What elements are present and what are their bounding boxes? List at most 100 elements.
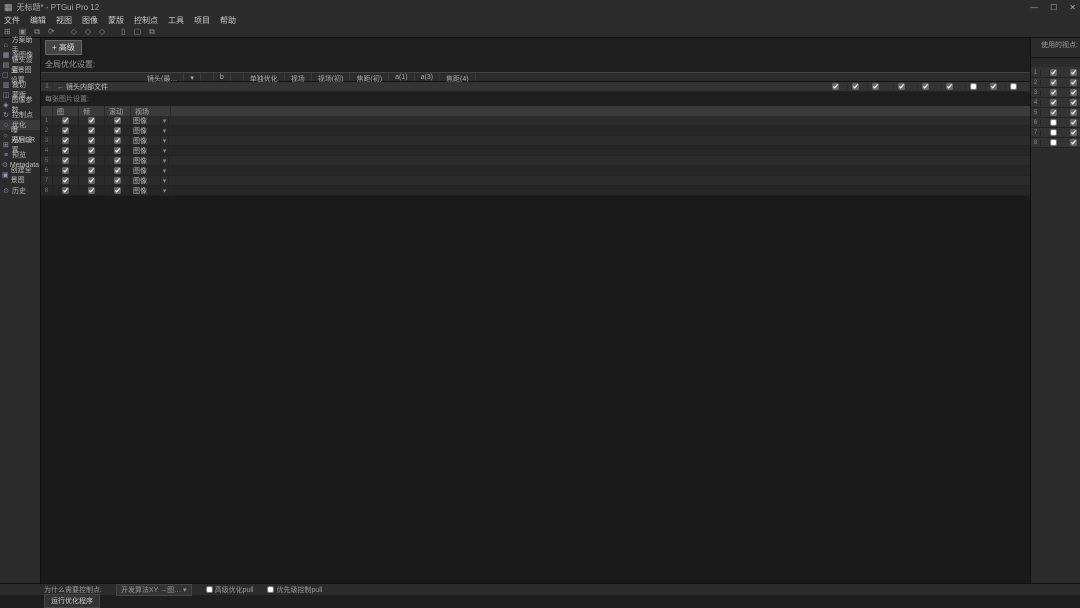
subheader-3[interactable]: 视场 xyxy=(131,106,171,116)
close-button[interactable]: ✕ xyxy=(1069,3,1076,12)
vp-check-b[interactable] xyxy=(1070,89,1077,96)
subheader-1[interactable]: 倾tpitch xyxy=(79,106,105,116)
minimize-button[interactable]: — xyxy=(1030,3,1038,12)
vp-check-a[interactable] xyxy=(1050,69,1057,76)
header-col-5[interactable]: 单独优化 xyxy=(244,73,285,81)
vp-check-a[interactable] xyxy=(1050,109,1057,116)
vp-check-b[interactable] xyxy=(1070,79,1077,86)
table-row-0[interactable]: 1图像▾ xyxy=(41,116,1030,126)
row-yaw[interactable] xyxy=(62,137,69,144)
viewpoint-row-1[interactable]: 2 xyxy=(1031,78,1080,88)
menu-8[interactable]: 帮助 xyxy=(220,15,236,26)
row-yaw[interactable] xyxy=(62,147,69,154)
viewpoint-row-7[interactable]: 8 xyxy=(1031,138,1080,148)
run-optimizer-button[interactable]: 运行优化程序 xyxy=(44,594,100,608)
row-pitch[interactable] xyxy=(88,177,95,184)
toolbar-btn-11[interactable]: ⧉ xyxy=(149,27,155,37)
row-yaw[interactable] xyxy=(62,177,69,184)
sidebar-item-6[interactable]: ◈图像参数 xyxy=(0,100,40,110)
header-col-6[interactable]: 视场 xyxy=(285,73,312,81)
table-row-3[interactable]: 4图像▾ xyxy=(41,146,1030,156)
header-col-0[interactable]: 镜头(最… xyxy=(141,73,184,81)
row-yaw[interactable] xyxy=(62,157,69,164)
toolbar-btn-9[interactable]: ▯ xyxy=(121,27,125,36)
sidebar-item-3[interactable]: ▢全景图设置 xyxy=(0,70,40,80)
table-row-5[interactable]: 6图像▾ xyxy=(41,166,1030,176)
viewpoint-row-0[interactable]: 1 xyxy=(1031,68,1080,78)
file-check-3[interactable] xyxy=(872,83,879,90)
menu-4[interactable]: 蒙版 xyxy=(108,15,124,26)
menu-1[interactable]: 编辑 xyxy=(30,15,46,26)
row-pitch[interactable] xyxy=(88,187,95,194)
header-col-4[interactable] xyxy=(231,73,244,81)
vp-check-a[interactable] xyxy=(1050,119,1057,126)
toolbar-btn-7[interactable]: ◇ xyxy=(99,27,105,36)
status-cb1[interactable] xyxy=(206,586,213,593)
header-col-8[interactable]: 焦距(初) xyxy=(350,73,389,81)
toolbar-btn-0[interactable]: ⊞ xyxy=(4,27,11,36)
header-col-9[interactable]: a(1) xyxy=(389,73,414,81)
menu-5[interactable]: 控制点 xyxy=(134,15,158,26)
menu-3[interactable]: 图像 xyxy=(82,15,98,26)
table-row-1[interactable]: 2图像▾ xyxy=(41,126,1030,136)
vp-check-a[interactable] xyxy=(1050,139,1057,146)
table-row-2[interactable]: 3图像▾ xyxy=(41,136,1030,146)
file-check-1[interactable] xyxy=(832,83,839,90)
row-roll[interactable] xyxy=(114,127,121,134)
row-dropdown[interactable]: ▾ xyxy=(161,186,169,195)
header-col-3[interactable]: b xyxy=(214,73,231,81)
file-check-7[interactable] xyxy=(970,83,977,90)
vp-check-b[interactable] xyxy=(1070,129,1077,136)
row-pitch[interactable] xyxy=(88,117,95,124)
vp-check-a[interactable] xyxy=(1050,79,1057,86)
status-select[interactable]: 开发算法XY →图… ▾ xyxy=(116,584,192,596)
menu-6[interactable]: 工具 xyxy=(168,15,184,26)
toolbar-btn-5[interactable]: ◇ xyxy=(71,27,77,36)
sidebar-item-10[interactable]: ⊞项目设置 xyxy=(0,140,40,150)
sidebar-item-0[interactable]: ⌂方案助手 xyxy=(0,40,40,50)
row-pitch[interactable] xyxy=(88,167,95,174)
vp-check-a[interactable] xyxy=(1050,129,1057,136)
row-dropdown[interactable]: ▾ xyxy=(161,126,169,135)
menu-7[interactable]: 项目 xyxy=(194,15,210,26)
toolbar-btn-6[interactable]: ◇ xyxy=(85,27,91,36)
row-pitch[interactable] xyxy=(88,157,95,164)
row-roll[interactable] xyxy=(114,137,121,144)
maximize-button[interactable]: ☐ xyxy=(1050,3,1057,12)
viewpoint-row-2[interactable]: 3 xyxy=(1031,88,1080,98)
file-check-8[interactable] xyxy=(990,83,997,90)
row-roll[interactable] xyxy=(114,177,121,184)
row-roll[interactable] xyxy=(114,147,121,154)
table-row-7[interactable]: 8图像▾ xyxy=(41,186,1030,196)
row-dropdown[interactable]: ▾ xyxy=(161,136,169,145)
header-col-1[interactable]: ▾ xyxy=(184,73,201,81)
header-col-7[interactable]: 视场(初) xyxy=(312,73,351,81)
file-check-2[interactable] xyxy=(852,83,859,90)
row-yaw[interactable] xyxy=(62,127,69,134)
viewpoint-row-6[interactable]: 7 xyxy=(1031,128,1080,138)
viewpoint-row-3[interactable]: 4 xyxy=(1031,98,1080,108)
viewpoint-row-4[interactable]: 5 xyxy=(1031,108,1080,118)
row-pitch[interactable] xyxy=(88,127,95,134)
toolbar-btn-3[interactable]: ⟳ xyxy=(48,27,55,36)
file-row[interactable]: 1 ← 镜头内部文件 xyxy=(41,82,1030,92)
row-roll[interactable] xyxy=(114,187,121,194)
subheader-2[interactable]: 滚动roll xyxy=(105,106,131,116)
row-yaw[interactable] xyxy=(62,167,69,174)
row-dropdown[interactable]: ▾ xyxy=(161,156,169,165)
row-roll[interactable] xyxy=(114,157,121,164)
row-dropdown[interactable]: ▾ xyxy=(161,166,169,175)
row-dropdown[interactable]: ▾ xyxy=(161,176,169,185)
sidebar-item-history[interactable]: ⊙ 历史 xyxy=(0,186,40,196)
row-yaw[interactable] xyxy=(62,117,69,124)
status-cb2[interactable] xyxy=(267,586,274,593)
row-dropdown[interactable]: ▾ xyxy=(161,146,169,155)
menu-0[interactable]: 文件 xyxy=(4,15,20,26)
vp-check-b[interactable] xyxy=(1070,109,1077,116)
header-col-11[interactable]: 焦距(4) xyxy=(440,73,476,81)
file-check-6[interactable] xyxy=(946,83,953,90)
vp-check-a[interactable] xyxy=(1050,99,1057,106)
vp-check-b[interactable] xyxy=(1070,69,1077,76)
file-check-5[interactable] xyxy=(922,83,929,90)
viewpoint-row-5[interactable]: 6 xyxy=(1031,118,1080,128)
